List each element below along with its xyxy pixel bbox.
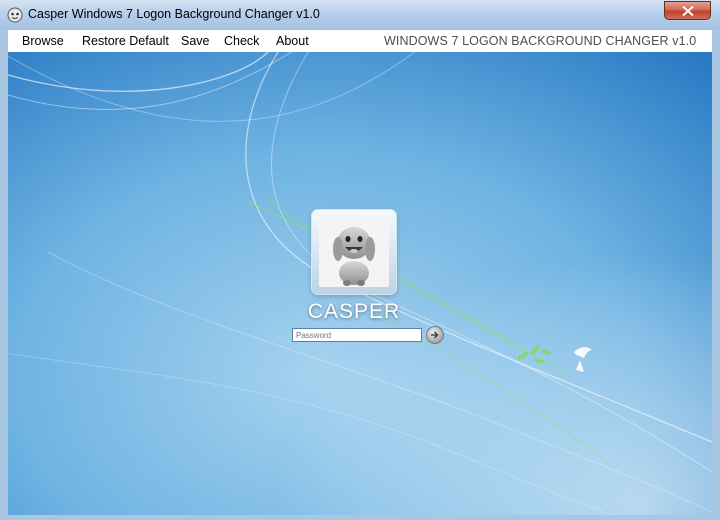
app-window: Casper Windows 7 Logon Background Change… [0, 0, 720, 520]
title-bar[interactable]: Casper Windows 7 Logon Background Change… [0, 0, 720, 30]
menu-restore-default[interactable]: Restore Default [82, 34, 169, 48]
dove-decoration [574, 347, 592, 372]
dog-avatar-icon [333, 227, 375, 286]
user-avatar-frame[interactable] [312, 210, 396, 294]
menu-save[interactable]: Save [181, 34, 210, 48]
user-name: CASPER [307, 300, 401, 323]
arrow-right-icon [431, 331, 439, 339]
password-field[interactable] [292, 328, 422, 342]
submit-arrow-button[interactable] [426, 326, 444, 344]
close-button[interactable] [664, 1, 711, 20]
menu-bar: Browse Restore Default Save Check About … [8, 30, 712, 53]
menu-browse[interactable]: Browse [22, 34, 64, 48]
app-heading: WINDOWS 7 LOGON BACKGROUND CHANGER v1.0 [384, 34, 697, 48]
menu-check[interactable]: Check [224, 34, 259, 48]
avatar [319, 217, 389, 287]
window-title: Casper Windows 7 Logon Background Change… [28, 7, 320, 21]
app-logo-icon [7, 7, 23, 23]
window-bottom-border [0, 515, 720, 520]
close-icon [682, 6, 694, 16]
menu-about[interactable]: About [276, 34, 309, 48]
logon-preview: CASPER [8, 52, 712, 515]
